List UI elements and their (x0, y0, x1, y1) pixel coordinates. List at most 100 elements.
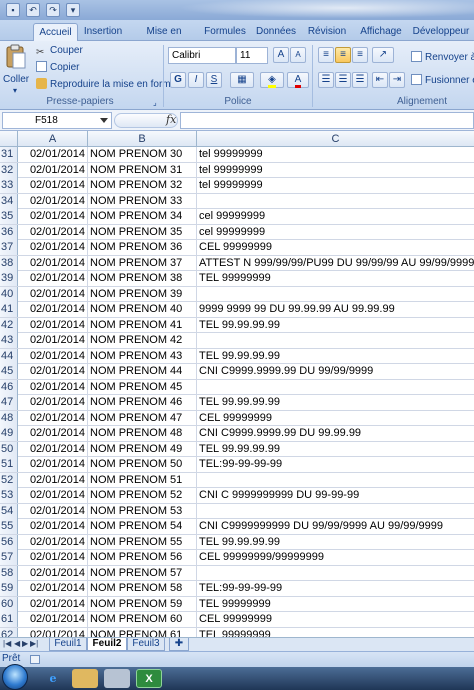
cell-a[interactable]: 02/01/2014 (18, 395, 88, 410)
cell-b[interactable]: NOM PRENOM 37 (88, 255, 197, 271)
cell-a[interactable]: 02/01/2014 (18, 240, 88, 255)
tab-formules[interactable]: Formules (202, 23, 248, 41)
row-number[interactable]: 42 (0, 317, 18, 333)
cell-a[interactable]: 02/01/2014 (18, 302, 88, 317)
row-number[interactable]: 52 (0, 472, 18, 488)
cell-c[interactable] (197, 287, 474, 302)
cell-c[interactable] (197, 380, 474, 395)
tab-mise-en-page[interactable]: Mise en page (134, 23, 194, 54)
cell-c[interactable]: CNI C9999.9999.99 DU 99.99.99 (197, 426, 474, 441)
row-number[interactable]: 47 (0, 395, 18, 410)
align-left-button[interactable]: ☰ (318, 72, 334, 88)
cell-c[interactable]: TEL:99-99-99-99 (197, 457, 474, 472)
row-number[interactable]: 45 (0, 364, 18, 379)
align-bottom-button[interactable]: ≡ (352, 47, 368, 63)
cell-a[interactable]: 02/01/2014 (18, 379, 88, 395)
row-number[interactable]: 40 (0, 286, 18, 302)
font-size-select[interactable]: 11 (236, 47, 268, 64)
cell-c[interactable] (197, 504, 474, 519)
excel-taskbar-icon[interactable]: X (136, 669, 162, 688)
cell-c[interactable]: tel 99999999 (197, 178, 474, 193)
cell-b[interactable]: NOM PRENOM 44 (88, 364, 197, 379)
cell-a[interactable]: 02/01/2014 (18, 488, 88, 503)
cell-a[interactable]: 02/01/2014 (18, 147, 88, 162)
tab-developpeur[interactable]: Développeur (412, 23, 470, 41)
column-header-c[interactable]: C (197, 131, 474, 147)
align-center-button[interactable]: ☰ (335, 72, 351, 88)
shrink-font-button[interactable]: A (290, 47, 306, 63)
align-middle-button[interactable]: ≡ (335, 47, 351, 63)
row-number[interactable]: 55 (0, 519, 18, 534)
insert-sheet-icon[interactable]: ✚ (169, 638, 189, 651)
increase-indent-button[interactable]: ⇥ (389, 72, 405, 88)
cell-b[interactable]: NOM PRENOM 50 (88, 457, 197, 472)
next-sheet-icon[interactable]: ▶ (22, 639, 28, 648)
cell-a[interactable]: 02/01/2014 (18, 441, 88, 457)
macro-record-icon[interactable] (30, 655, 40, 664)
save-icon[interactable]: ▪ (6, 3, 20, 17)
row-number[interactable]: 41 (0, 302, 18, 317)
cell-a[interactable]: 02/01/2014 (18, 410, 88, 426)
align-right-button[interactable]: ☰ (352, 72, 368, 88)
cell-b[interactable]: NOM PRENOM 54 (88, 519, 197, 534)
cell-a[interactable]: 02/01/2014 (18, 627, 88, 637)
cell-a[interactable]: 02/01/2014 (18, 162, 88, 178)
cell-a[interactable]: 02/01/2014 (18, 472, 88, 488)
cell-c[interactable] (197, 194, 474, 209)
cell-c[interactable]: ATTEST N 999/99/99/PU99 DU 99/99/99 AU 9… (197, 256, 474, 271)
cell-b[interactable]: NOM PRENOM 55 (88, 534, 197, 550)
insert-function-icon[interactable]: fx (166, 113, 176, 126)
cell-a[interactable]: 02/01/2014 (18, 426, 88, 441)
cell-c[interactable]: CEL 99999999/99999999 (197, 550, 474, 565)
cell-b[interactable]: NOM PRENOM 45 (88, 379, 197, 395)
cell-a[interactable]: 02/01/2014 (18, 255, 88, 271)
cell-a[interactable]: 02/01/2014 (18, 519, 88, 534)
first-sheet-icon[interactable]: |◀ (3, 639, 11, 648)
sheet-tab-feuil1[interactable]: Feuil1 (49, 638, 87, 651)
cell-b[interactable]: NOM PRENOM 48 (88, 426, 197, 441)
cell-c[interactable]: TEL 99.99.99.99 (197, 535, 474, 550)
cell-a[interactable]: 02/01/2014 (18, 271, 88, 286)
paste-dropdown-icon[interactable]: ▾ (13, 84, 17, 97)
row-number[interactable]: 53 (0, 488, 18, 503)
cell-a[interactable]: 02/01/2014 (18, 333, 88, 348)
underline-button[interactable]: S (206, 72, 222, 88)
cell-a[interactable]: 02/01/2014 (18, 224, 88, 240)
prev-sheet-icon[interactable]: ◀ (14, 639, 20, 648)
cell-a[interactable]: 02/01/2014 (18, 364, 88, 379)
row-number[interactable]: 54 (0, 503, 18, 519)
cell-c[interactable]: TEL 99999999 (197, 628, 474, 638)
folder-icon[interactable] (72, 669, 98, 688)
row-number[interactable]: 35 (0, 209, 18, 224)
row-number[interactable]: 34 (0, 193, 18, 209)
borders-button[interactable]: ▦ (230, 72, 254, 88)
cell-b[interactable]: NOM PRENOM 49 (88, 441, 197, 457)
align-top-button[interactable]: ≡ (318, 47, 334, 63)
tab-affichage[interactable]: Affichage (358, 23, 404, 41)
cell-b[interactable]: NOM PRENOM 57 (88, 565, 197, 581)
cell-c[interactable] (197, 473, 474, 488)
row-number[interactable]: 39 (0, 271, 18, 286)
cell-b[interactable]: NOM PRENOM 40 (88, 302, 197, 317)
internet-explorer-icon[interactable]: e (40, 669, 66, 688)
cell-c[interactable]: TEL 99.99.99.99 (197, 349, 474, 364)
cell-c[interactable]: TEL 99.99.99.99 (197, 442, 474, 457)
cell-b[interactable]: NOM PRENOM 61 (88, 627, 197, 637)
cell-c[interactable]: CNI C 9999999999 DU 99-99-99 (197, 488, 474, 503)
cell-b[interactable]: NOM PRENOM 30 (88, 147, 197, 162)
cell-b[interactable]: NOM PRENOM 59 (88, 596, 197, 612)
cell-b[interactable]: NOM PRENOM 46 (88, 395, 197, 410)
font-family-select[interactable]: Calibri (168, 47, 236, 64)
format-painter-button[interactable]: Reproduire la mise en forme (36, 78, 176, 91)
customize-qat-icon[interactable]: ▾ (66, 3, 80, 17)
cell-c[interactable]: CEL 99999999 (197, 240, 474, 255)
cell-c[interactable]: 9999 9999 99 DU 99.99.99 AU 99.99.99 (197, 302, 474, 317)
row-number[interactable]: 38 (0, 255, 18, 271)
cell-b[interactable]: NOM PRENOM 56 (88, 550, 197, 565)
formula-input[interactable] (180, 112, 474, 129)
row-number[interactable]: 31 (0, 147, 18, 162)
tab-accueil[interactable]: Accueil (33, 23, 78, 41)
row-number[interactable]: 60 (0, 596, 18, 612)
row-number[interactable]: 48 (0, 410, 18, 426)
cell-b[interactable]: NOM PRENOM 39 (88, 286, 197, 302)
